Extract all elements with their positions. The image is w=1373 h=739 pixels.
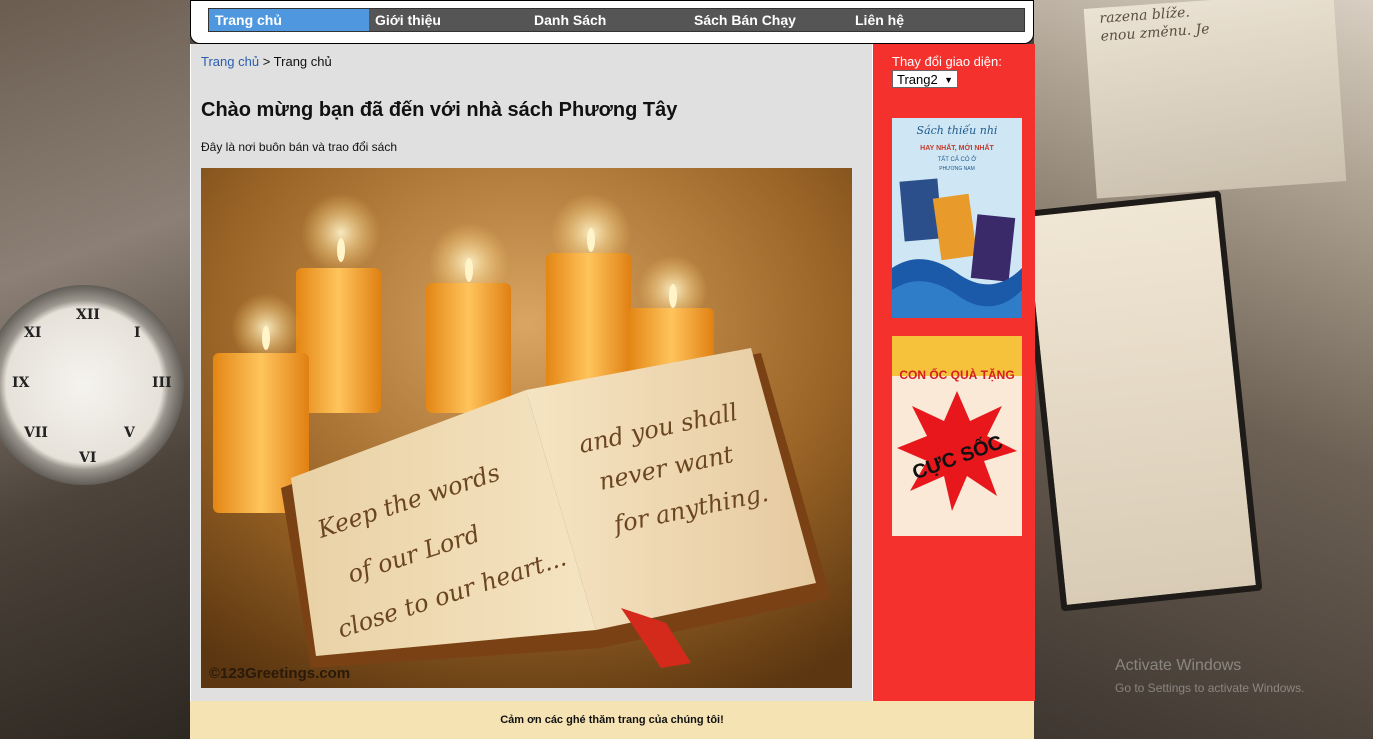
nav-item-about[interactable]: Giới thiệu	[369, 9, 529, 31]
nav-item-bestsellers[interactable]: Sách Bán Chạy	[689, 9, 849, 31]
page-container: Trang chủ Giới thiệu Danh Sách Sách Bán …	[190, 0, 1035, 739]
nav-item-contact[interactable]: Liên hệ	[849, 9, 1024, 31]
breadcrumb-current: Trang chủ	[273, 54, 332, 69]
background-open-book	[1019, 190, 1263, 612]
footer: Cảm ơn các ghé thăm trang của chúng tôi!	[190, 701, 1034, 739]
breadcrumb: Trang chủ > Trang chủ	[201, 54, 332, 69]
svg-text:PHƯƠNG NAM: PHƯƠNG NAM	[939, 166, 975, 172]
nav-item-list[interactable]: Danh Sách	[529, 9, 689, 31]
theme-select-value: Trang2	[897, 72, 938, 87]
windows-watermark: Activate Windows Go to Settings to activ…	[1115, 657, 1305, 695]
main-nav: Trang chủ Giới thiệu Danh Sách Sách Bán …	[208, 8, 1025, 32]
background-script: razena blíže. enou změnu. Je	[1098, 4, 1211, 45]
page-title: Chào mừng bạn đã đến với nhà sách Phương…	[201, 99, 678, 121]
theme-select[interactable]: Trang2 ▼	[892, 70, 958, 88]
main-content: Trang chủ > Trang chủ Chào mừng bạn đã đ…	[190, 44, 873, 701]
sidebar: Thay đổi giao diện: Trang2 ▼ Sách thiếu …	[872, 44, 1035, 701]
theme-label: Thay đổi giao diện:	[892, 54, 1002, 69]
page-description: Đây là nơi buôn bán và trao đổi sách	[201, 140, 397, 154]
banner-gift-promo[interactable]: CON ỐC QUÀ TẶNG CỰC SỐC	[892, 336, 1022, 536]
hero-image: Keep the words of our Lord close to our …	[201, 168, 852, 688]
svg-text:TẤT CẢ CÓ Ở: TẤT CẢ CÓ Ở	[938, 156, 977, 163]
breadcrumb-separator: >	[262, 54, 271, 69]
svg-text:Sách thiếu nhi: Sách thiếu nhi	[917, 124, 998, 137]
dropdown-arrow-icon: ▼	[944, 75, 953, 85]
breadcrumb-home-link[interactable]: Trang chủ	[201, 54, 259, 69]
svg-text:CON ỐC QUÀ TẶNG: CON ỐC QUÀ TẶNG	[899, 367, 1014, 382]
header: Trang chủ Giới thiệu Danh Sách Sách Bán …	[190, 0, 1034, 44]
footer-text: Cảm ơn các ghé thăm trang của chúng tôi!	[500, 714, 724, 726]
image-credit: ©123Greetings.com	[209, 665, 350, 682]
banner-childrens-books[interactable]: Sách thiếu nhi HAY NHẤT, MỚI NHẤT TẤT CẢ…	[892, 118, 1022, 318]
nav-item-home[interactable]: Trang chủ	[209, 9, 369, 31]
